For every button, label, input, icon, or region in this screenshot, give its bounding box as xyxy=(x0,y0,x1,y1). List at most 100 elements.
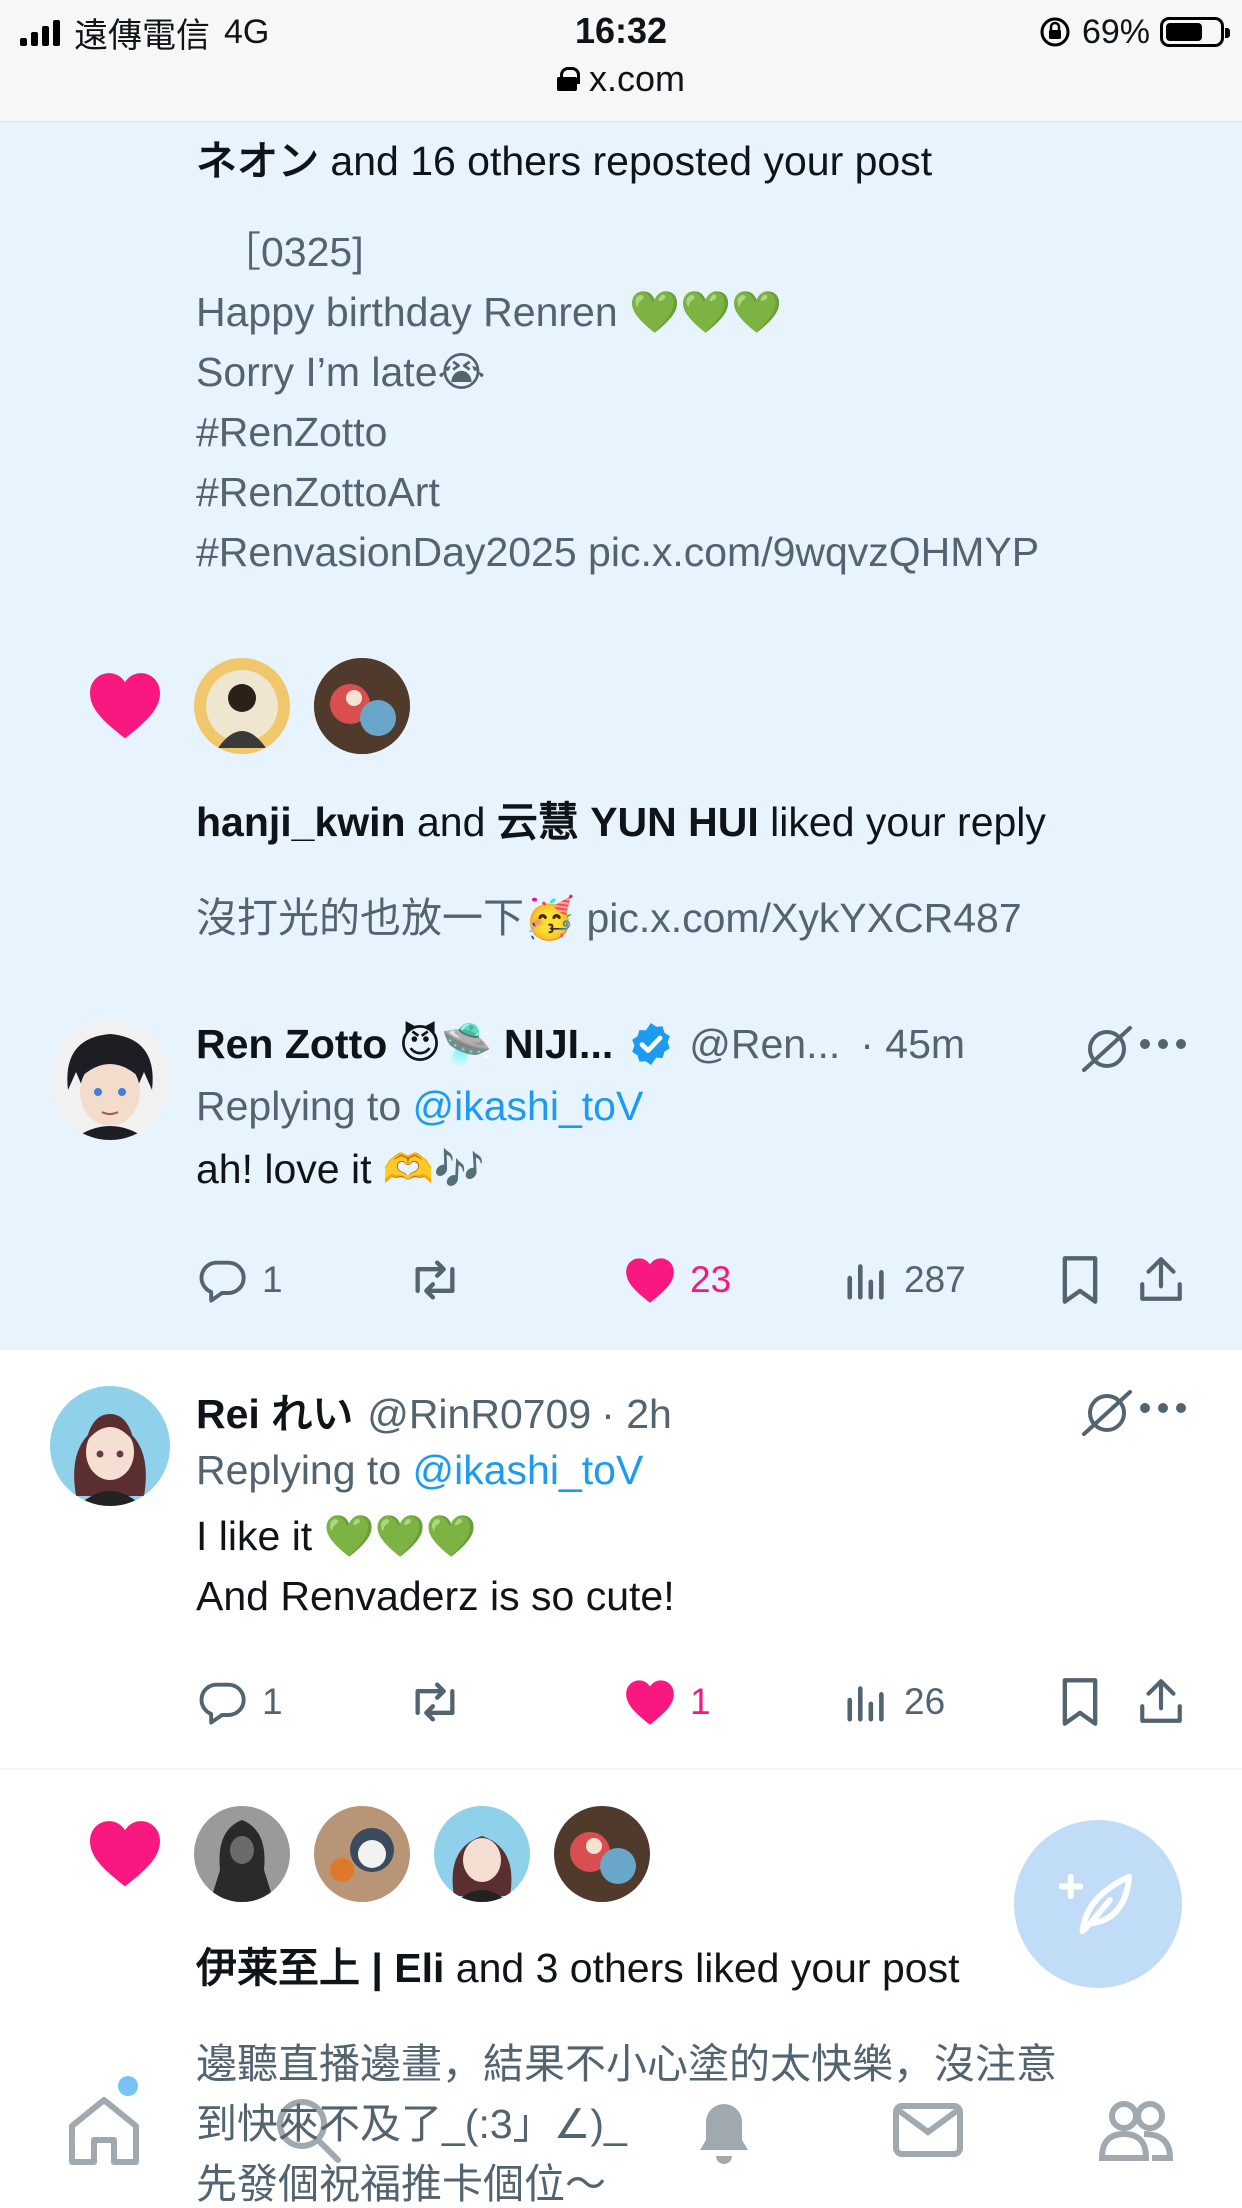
display-name[interactable]: Ren Zotto 😈🛸 NIJI... xyxy=(196,1014,613,1074)
share-button[interactable] xyxy=(1136,1250,1186,1310)
heart-icon xyxy=(626,1258,674,1303)
status-bar: 遠傳電信 4G 16:32 x.com 69% xyxy=(0,0,1242,122)
post-line: #RenZotto xyxy=(196,409,388,455)
bookmark-button[interactable] xyxy=(1058,1250,1102,1310)
avatar[interactable] xyxy=(314,1806,410,1902)
avatar-image xyxy=(50,1020,170,1140)
heart-icon xyxy=(90,1821,160,1887)
avatar-image xyxy=(194,658,290,754)
post-preview[interactable]: 沒打光的也放一下🥳 pic.x.com/XykYXCR487 xyxy=(196,888,1216,948)
notification-action-text: and 16 others reposted your post xyxy=(319,138,933,184)
post-preview[interactable]: ［0325] Happy birthday Renren 💚💚💚 Sorry I… xyxy=(196,222,1216,582)
post-line: #RenvasionDay2025 pic.x.com/9wqvzQHMYP xyxy=(196,529,1040,575)
like-count: 23 xyxy=(690,1259,732,1300)
notification-action-text: and 3 others liked your post xyxy=(444,1945,960,1991)
notification-headline: ネオン and 16 others reposted your post xyxy=(196,131,1216,191)
view-count: 26 xyxy=(904,1681,946,1722)
view-count: 287 xyxy=(904,1259,966,1300)
user-handle[interactable]: @RinR0709 xyxy=(367,1384,591,1444)
reply-count: 1 xyxy=(262,1681,283,1722)
bottom-navigation xyxy=(0,2040,1242,2208)
notification-action-text: liked your reply xyxy=(758,799,1046,845)
address-bar[interactable]: x.com xyxy=(0,58,1242,100)
reply-icon xyxy=(199,1260,246,1303)
repost-icon xyxy=(415,1682,455,1722)
avatar[interactable] xyxy=(434,1806,530,1902)
post-line: Happy birthday Renren 💚💚💚 xyxy=(196,289,783,335)
avatar-image xyxy=(50,1386,170,1506)
avatar[interactable] xyxy=(50,1020,170,1140)
repost-icon xyxy=(415,1260,455,1300)
actor-name[interactable]: ネオン xyxy=(196,138,319,184)
replying-to-handle[interactable]: @ikashi_toV xyxy=(413,1083,644,1129)
action-bar: 1 23 287 xyxy=(196,1250,1196,1310)
display-name[interactable]: Rei れい xyxy=(196,1384,353,1444)
actor-name[interactable]: 伊莱至上 | Eli xyxy=(196,1945,444,1991)
post-line: ［0325] xyxy=(220,229,364,275)
reply-button[interactable]: 1 xyxy=(196,1672,283,1732)
reply-text-line: And Renvaderz is so cute! xyxy=(196,1573,675,1619)
orientation-lock-icon xyxy=(1040,17,1070,47)
messages-icon[interactable] xyxy=(888,2090,968,2170)
compose-button[interactable] xyxy=(1014,1820,1182,1988)
like-button[interactable]: 23 xyxy=(624,1250,731,1310)
verified-badge-icon xyxy=(632,1023,671,1065)
notification-headline: hanji_kwin and 云慧 YUN HUI liked your rep… xyxy=(196,792,1216,852)
battery-icon xyxy=(1160,17,1230,47)
avatar-image xyxy=(554,1806,650,1902)
repost-notification[interactable]: ネオン and 16 others reposted your post ［03… xyxy=(0,122,1242,642)
share-button[interactable] xyxy=(1136,1672,1186,1732)
replying-to: Replying to @ikashi_toV xyxy=(196,1076,643,1136)
reply-icon xyxy=(199,1682,246,1725)
reply-text-line: I like it 💚💚💚 xyxy=(196,1513,477,1559)
more-icon[interactable] xyxy=(1138,1400,1188,1416)
communities-icon[interactable] xyxy=(1096,2090,1176,2170)
views-button[interactable]: 26 xyxy=(844,1672,945,1732)
reply-count: 1 xyxy=(262,1259,283,1300)
like-notification[interactable]: hanji_kwin and 云慧 YUN HUI liked your rep… xyxy=(0,642,1242,972)
avatar[interactable] xyxy=(194,658,290,754)
user-handle[interactable]: @Ren... xyxy=(689,1014,840,1074)
reply-header: Ren Zotto 😈🛸 NIJI... @Ren... · 45m xyxy=(196,1014,1196,1074)
url-text: x.com xyxy=(588,58,685,99)
reply-text: I like it 💚💚💚 And Renvaderz is so cute! xyxy=(196,1506,675,1626)
views-button[interactable]: 287 xyxy=(844,1250,966,1310)
share-icon xyxy=(1140,1679,1182,1723)
notifications-bell-icon[interactable] xyxy=(684,2090,764,2170)
bookmark-button[interactable] xyxy=(1058,1672,1102,1732)
avatar-image xyxy=(434,1806,530,1902)
bookmark-icon xyxy=(1062,1678,1098,1726)
actor-name[interactable]: 云慧 YUN HUI xyxy=(497,799,759,845)
heart-icon xyxy=(90,673,160,739)
avatar[interactable] xyxy=(554,1806,650,1902)
action-bar: 1 1 26 xyxy=(196,1672,1196,1732)
grok-icon[interactable] xyxy=(1080,1024,1134,1074)
reply-button[interactable]: 1 xyxy=(196,1250,283,1310)
avatar[interactable] xyxy=(314,658,410,754)
actor-name[interactable]: hanji_kwin xyxy=(196,799,406,845)
reply-notification[interactable]: Ren Zotto 😈🛸 NIJI... @Ren... · 45m Reply… xyxy=(0,972,1242,1350)
reply-header: Rei れい @RinR0709 · 2h xyxy=(196,1384,1096,1444)
post-line: Sorry I’m late😭 xyxy=(196,349,486,395)
grok-icon[interactable] xyxy=(1080,1388,1134,1438)
search-icon[interactable] xyxy=(268,2090,348,2170)
post-time[interactable]: · 2h xyxy=(601,1384,672,1444)
replying-to-handle[interactable]: @ikashi_toV xyxy=(413,1447,644,1493)
compose-icon xyxy=(1059,1873,1133,1935)
repost-button[interactable] xyxy=(406,1672,464,1732)
reply-notification[interactable]: Rei れい @RinR0709 · 2h Replying to @ikash… xyxy=(0,1350,1242,1770)
repost-button[interactable] xyxy=(406,1250,464,1310)
avatar-image xyxy=(314,1806,410,1902)
new-posts-dot xyxy=(118,2076,138,2096)
replying-to-label: Replying to xyxy=(196,1447,413,1493)
like-count: 1 xyxy=(690,1681,711,1722)
post-time[interactable]: · 45m xyxy=(860,1014,965,1074)
more-icon[interactable] xyxy=(1138,1036,1188,1052)
avatar-image xyxy=(194,1806,290,1902)
avatar[interactable] xyxy=(50,1386,170,1506)
like-button[interactable]: 1 xyxy=(624,1672,711,1732)
lock-icon xyxy=(556,67,580,91)
reply-text: ah! love it 🫶🎶 xyxy=(196,1146,485,1192)
home-icon[interactable] xyxy=(64,2090,144,2170)
avatar[interactable] xyxy=(194,1806,290,1902)
